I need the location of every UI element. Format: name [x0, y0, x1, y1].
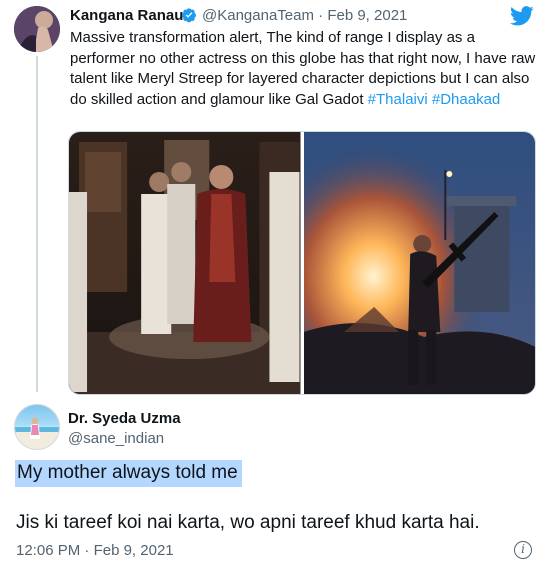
- reply-text: Jis ki tareef koi nai karta, wo apni tar…: [16, 512, 480, 533]
- reply-time[interactable]: 12:06 PM: [16, 542, 80, 559]
- author-handle[interactable]: @KanganaTeam: [202, 7, 314, 24]
- reply-text-highlighted: My mother always told me: [15, 460, 242, 487]
- reply-timestamp[interactable]: 12:06 PM · Feb 9, 2021: [16, 542, 174, 559]
- info-icon[interactable]: i: [514, 541, 532, 559]
- thread-connector-line: [36, 56, 38, 392]
- tweet-date[interactable]: Feb 9, 2021: [327, 7, 407, 24]
- photo-dhaakad-action[interactable]: [303, 132, 535, 394]
- twitter-bird-icon[interactable]: [510, 6, 534, 26]
- hashtag-link[interactable]: #Dhaakad: [432, 91, 500, 108]
- dot-separator: ·: [318, 7, 324, 24]
- hashtag-link[interactable]: #Thalaivi: [368, 91, 428, 108]
- photo-thalaivi-scene[interactable]: [69, 132, 301, 394]
- reply-author-avatar[interactable]: [14, 404, 60, 450]
- author-name[interactable]: Kangana Ranaut: [70, 7, 188, 24]
- reply-author-handle[interactable]: @sane_indian: [68, 430, 164, 447]
- reply-author-name[interactable]: Dr. Syeda Uzma: [68, 410, 181, 427]
- dot-separator: ·: [84, 542, 90, 559]
- author-avatar[interactable]: [14, 6, 60, 52]
- reply-date[interactable]: Feb 9, 2021: [94, 542, 174, 559]
- tweet-text: Massive transformation alert, The kind o…: [70, 28, 540, 110]
- verified-badge-icon: [182, 8, 196, 23]
- author-handle-date[interactable]: @KanganaTeam · Feb 9, 2021: [202, 7, 407, 24]
- tweet-media[interactable]: [68, 131, 536, 395]
